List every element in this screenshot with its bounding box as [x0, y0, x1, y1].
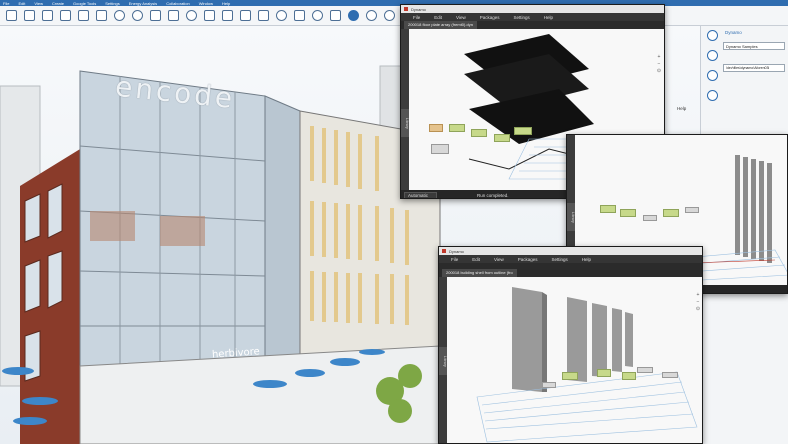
file-tab[interactable]: 200018 building shell from outline (fro: [442, 269, 517, 277]
dynamo-menu-bar: File Edit View Packages Settings Help: [439, 255, 702, 263]
menu-file[interactable]: File: [413, 15, 420, 20]
eraser-icon[interactable]: [60, 10, 71, 21]
menu-settings[interactable]: Settings: [105, 1, 119, 6]
library-toggle[interactable]: Library: [401, 109, 409, 137]
pan-icon[interactable]: [294, 10, 305, 21]
graph-node[interactable]: [622, 372, 636, 380]
dynamo-icon[interactable]: [348, 10, 359, 21]
menu-create[interactable]: Create: [52, 1, 64, 6]
circle-icon[interactable]: [114, 10, 125, 21]
window-title: Dynamo: [449, 248, 464, 254]
graph-node[interactable]: [449, 124, 465, 132]
library-toggle[interactable]: Library: [567, 203, 575, 231]
dynamo-panel-icon[interactable]: [707, 30, 718, 41]
menu-file[interactable]: File: [3, 1, 9, 6]
menu-view[interactable]: View: [34, 1, 43, 6]
push-pull-icon[interactable]: [150, 10, 161, 21]
menu-packages[interactable]: Packages: [518, 257, 538, 262]
library-sidebar: Library: [401, 29, 409, 190]
move-icon[interactable]: [168, 10, 179, 21]
panel-title: Dynamo: [725, 30, 742, 35]
menu-collaboration[interactable]: Collaboration: [166, 1, 190, 6]
geometry-preview: [476, 287, 698, 443]
undo-icon[interactable]: [24, 10, 35, 21]
window-titlebar: Dynamo: [401, 5, 664, 13]
menu-file[interactable]: File: [451, 257, 458, 262]
help-menu[interactable]: Help: [677, 106, 686, 111]
offset-icon[interactable]: [222, 10, 233, 21]
menu-packages[interactable]: Packages: [480, 15, 500, 20]
graph-node[interactable]: [514, 127, 532, 135]
window-title: Dynamo: [411, 6, 426, 12]
menu-view[interactable]: View: [456, 15, 466, 20]
graph-node[interactable]: [562, 372, 578, 380]
orbit-icon[interactable]: [276, 10, 287, 21]
menu-edit[interactable]: Edit: [434, 15, 442, 20]
graph-node[interactable]: [600, 205, 616, 213]
dynamo-window-building-shell: Dynamo File Edit View Packages Settings …: [438, 246, 703, 444]
tape-measure-icon[interactable]: [240, 10, 251, 21]
run-status: Run completed.: [477, 192, 509, 198]
rectangle-icon[interactable]: [96, 10, 107, 21]
rotate-icon[interactable]: [186, 10, 197, 21]
menu-settings[interactable]: Settings: [513, 15, 529, 20]
graph-node[interactable]: [597, 369, 611, 377]
dynamo-logo-icon: [442, 249, 446, 253]
info-icon[interactable]: [707, 90, 718, 101]
graph-node[interactable]: [429, 124, 443, 132]
menu-help[interactable]: Help: [582, 257, 591, 262]
paint-bucket-icon[interactable]: [258, 10, 269, 21]
file-tab-bar: 200018 floor plate array (fremt0).dyn: [401, 21, 664, 29]
graph-node[interactable]: [431, 144, 449, 154]
run-mode-select[interactable]: Automatic: [404, 191, 438, 198]
path-field[interactable]: \dev\files\dynamo\Aforen03l: [723, 64, 785, 72]
graph-node[interactable]: [662, 372, 678, 378]
library-toggle[interactable]: Library: [439, 347, 447, 375]
zoom-icon[interactable]: [312, 10, 323, 21]
graph-node[interactable]: [685, 207, 699, 213]
zoom-extents-icon[interactable]: [330, 10, 341, 21]
window-titlebar: Dynamo: [439, 247, 702, 255]
file-tab-bar: 200018 building shell from outline (fro: [439, 263, 702, 277]
gear-icon[interactable]: [384, 10, 395, 21]
line-icon[interactable]: [78, 10, 89, 21]
graph-node[interactable]: [542, 382, 556, 388]
menu-view[interactable]: View: [494, 257, 504, 262]
menu-settings[interactable]: Settings: [551, 257, 567, 262]
search-field[interactable]: Dynamo Samples: [723, 42, 785, 50]
dynamo-logo-icon: [404, 7, 408, 11]
menu-edit[interactable]: Edit: [18, 1, 25, 6]
graph-node[interactable]: [620, 209, 636, 217]
menu-help[interactable]: Help: [222, 1, 230, 6]
play-icon[interactable]: [707, 50, 718, 61]
library-sidebar: Library: [439, 277, 447, 443]
settings-icon[interactable]: [707, 70, 718, 81]
graph-node[interactable]: [643, 215, 657, 221]
redo-icon[interactable]: [42, 10, 53, 21]
graph-node[interactable]: [494, 134, 510, 142]
user-icon[interactable]: [366, 10, 377, 21]
graph-node[interactable]: [663, 209, 679, 217]
menu-edit[interactable]: Edit: [472, 257, 480, 262]
host-toolbar: [0, 6, 788, 26]
menu-window[interactable]: Window: [199, 1, 213, 6]
arc-icon[interactable]: [132, 10, 143, 21]
zoom-controls[interactable]: + − ⊙: [695, 292, 701, 313]
menu-energy-analysis[interactable]: Energy Analysis: [129, 1, 157, 6]
menu-help[interactable]: Help: [544, 15, 553, 20]
graph-canvas[interactable]: + − ⊙: [447, 277, 702, 443]
scale-icon[interactable]: [204, 10, 215, 21]
select-icon[interactable]: [6, 10, 17, 21]
graph-node[interactable]: [637, 367, 653, 373]
menu-google-tools[interactable]: Google Tools: [73, 1, 96, 6]
file-tab[interactable]: 200018 floor plate array (fremt0).dyn: [404, 21, 477, 29]
graph-node[interactable]: [471, 129, 487, 137]
dynamo-menu-bar: File Edit View Packages Settings Help: [401, 13, 664, 21]
zoom-controls[interactable]: + − ⊙: [656, 54, 662, 75]
